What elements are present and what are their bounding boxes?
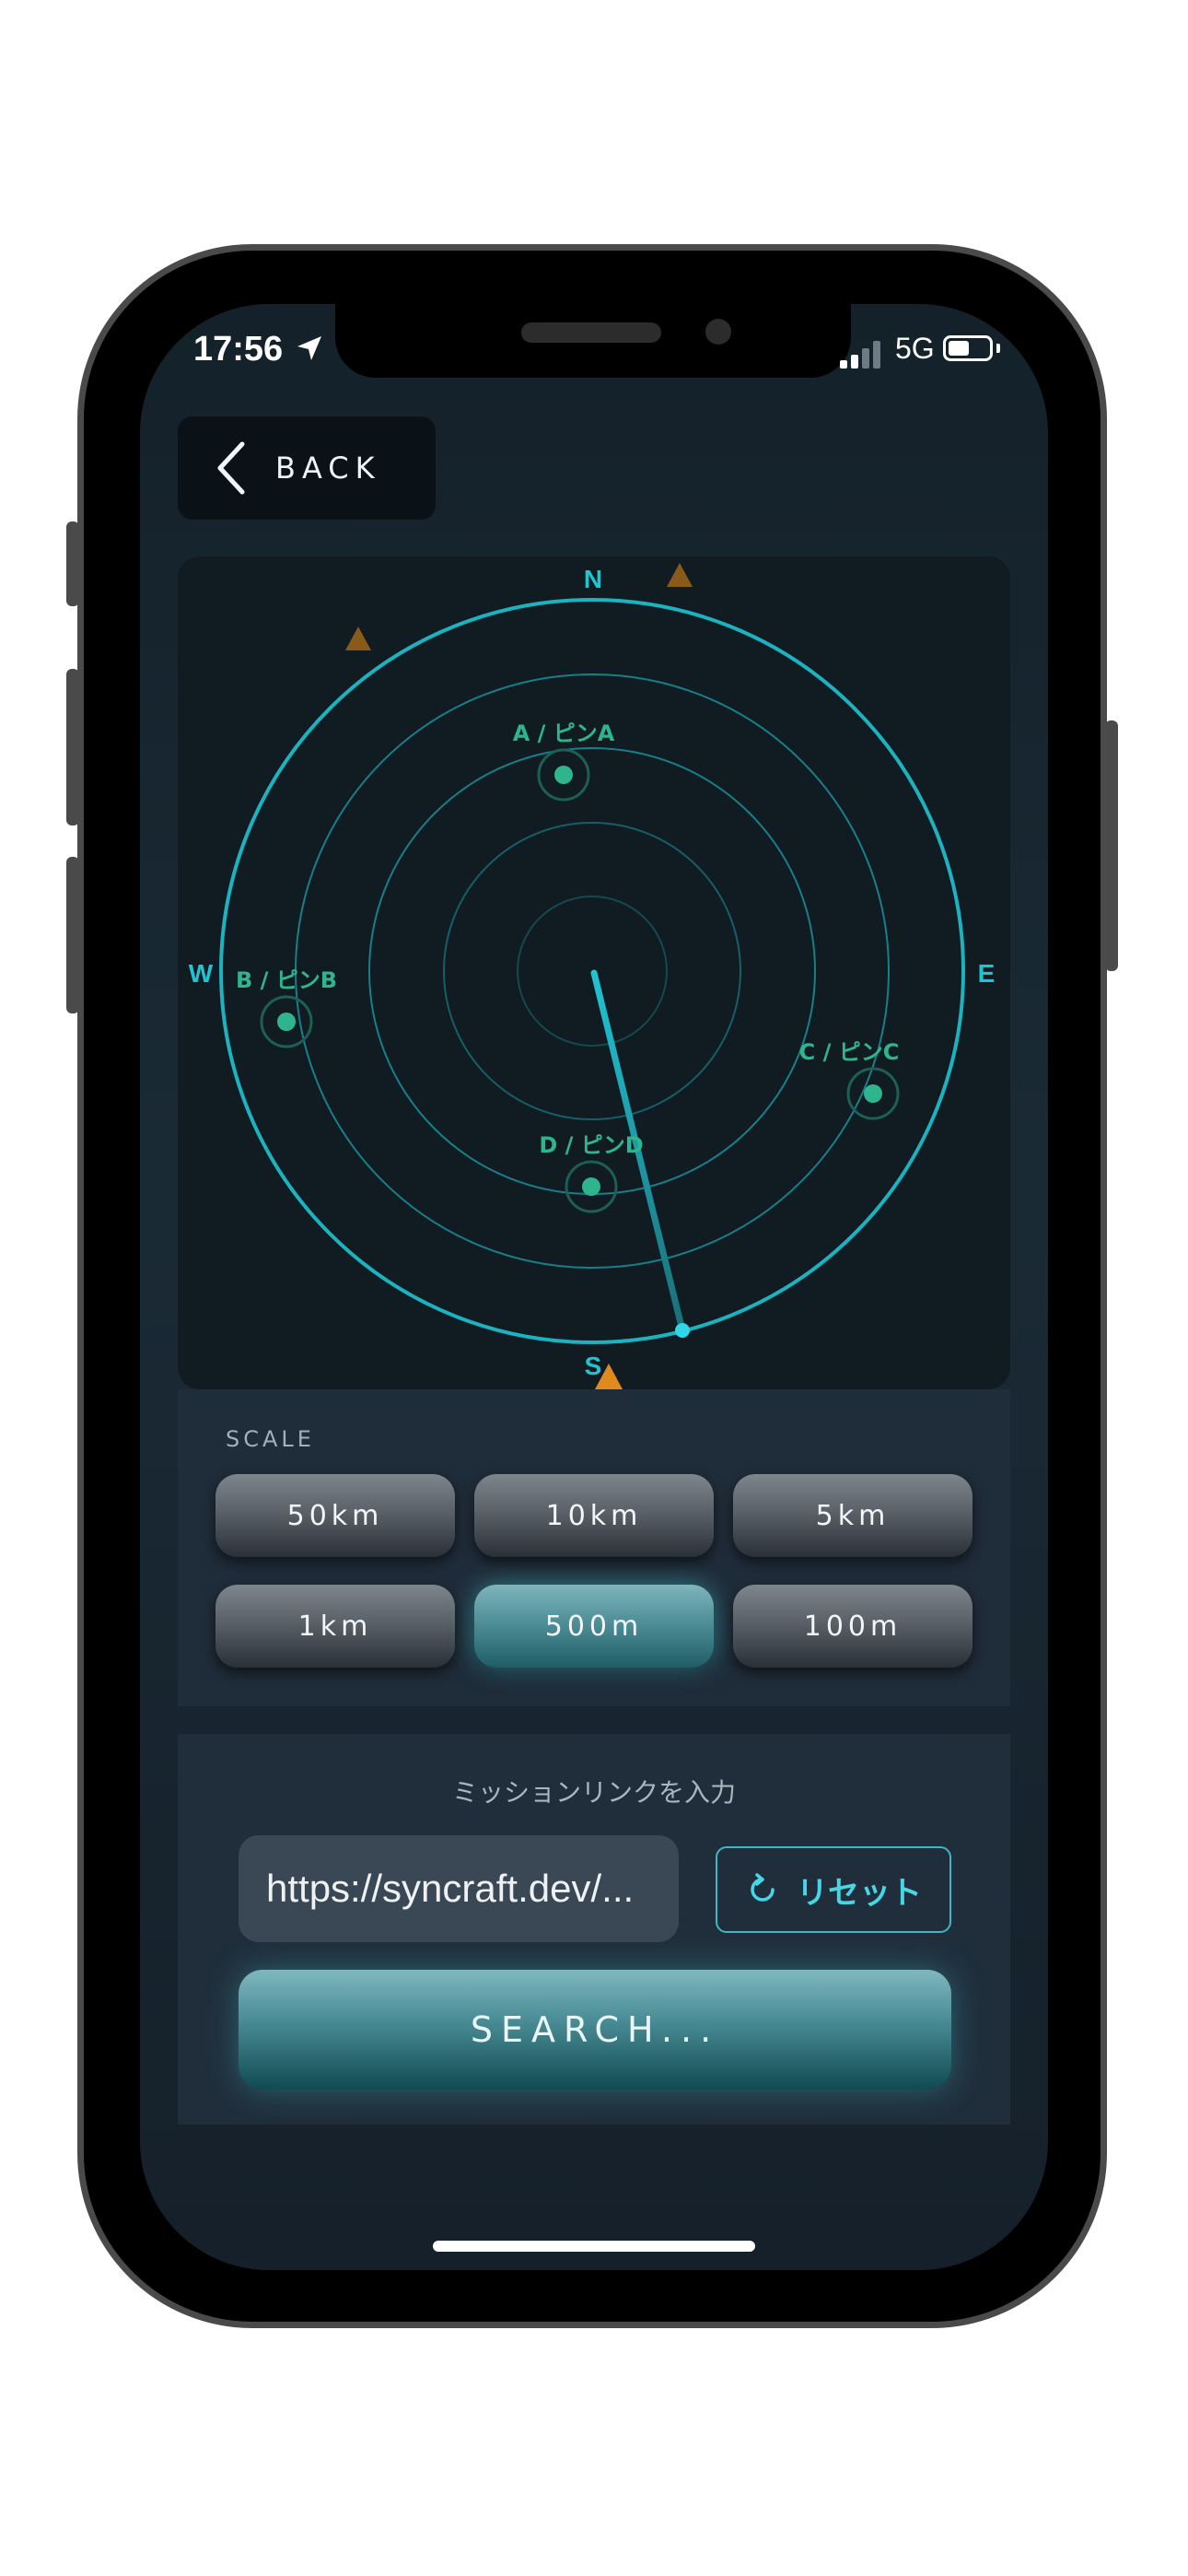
scale-panel: SCALE 50km 10km 5km 1km 500m 100m <box>178 1389 1010 1706</box>
scale-option-10km[interactable]: 10km <box>474 1474 714 1557</box>
radar-map: N S W E A / ピンA B / ピンB C / ピンC D / ピンD <box>189 563 996 1389</box>
speaker <box>521 322 661 343</box>
reset-button[interactable]: リセット <box>716 1846 951 1933</box>
pin-c[interactable]: C / ピンC <box>799 1039 900 1120</box>
scale-title: SCALE <box>226 1426 315 1452</box>
chevron-left-icon <box>217 441 245 495</box>
silent-switch <box>66 521 79 606</box>
direction-north: N <box>584 565 602 593</box>
pin-d-label: D / ピンD <box>539 1132 643 1158</box>
location-arrow-icon <box>297 336 321 360</box>
power-button <box>1105 720 1118 971</box>
pin-c-label: C / ピンC <box>799 1039 900 1065</box>
mission-url-input[interactable]: https://syncraft.dev/... <box>239 1835 679 1942</box>
back-button[interactable]: BACK <box>178 416 436 520</box>
mission-link-panel: ミッションリンクを入力 https://syncraft.dev/... リセッ… <box>178 1734 1010 2125</box>
back-label: BACK <box>275 451 381 486</box>
pin-a[interactable]: A / ピンA <box>513 720 615 802</box>
app-screen: 17:56 5G BACK N S W E A / ピンA B / ピンB C … <box>140 304 1048 2270</box>
heading-endpoint <box>675 1323 690 1338</box>
signal-bars-icon <box>840 341 880 369</box>
pin-d[interactable]: D / ピンD <box>539 1132 644 1213</box>
scale-option-50km[interactable]: 50km <box>215 1474 455 1557</box>
front-camera <box>705 319 731 345</box>
network-type: 5G <box>895 332 935 365</box>
battery-icon <box>943 335 993 361</box>
home-indicator <box>433 2241 755 2252</box>
notch <box>335 304 851 378</box>
direction-west: W <box>189 959 214 988</box>
marker-triangle-north <box>667 563 693 587</box>
direction-south: S <box>585 1352 602 1380</box>
scale-option-500m[interactable]: 500m <box>474 1585 714 1668</box>
status-time: 17:56 <box>193 330 284 369</box>
refresh-icon <box>751 1873 775 1902</box>
scale-option-1km[interactable]: 1km <box>215 1585 455 1668</box>
scale-option-100m[interactable]: 100m <box>733 1585 973 1668</box>
direction-east: E <box>978 959 996 988</box>
scale-option-5km[interactable]: 5km <box>733 1474 973 1557</box>
marker-triangle-northwest <box>345 626 371 650</box>
battery-tip <box>996 344 1000 353</box>
pin-a-label: A / ピンA <box>513 720 615 746</box>
reset-label: リセット <box>797 1874 922 1912</box>
radar-panel: N S W E A / ピンA B / ピンB C / ピンC D / ピンD <box>178 556 1010 1389</box>
pin-b-label: B / ピンB <box>236 967 337 993</box>
pin-b[interactable]: B / ピンB <box>236 967 337 1048</box>
volume-up-button <box>66 669 79 825</box>
search-button[interactable]: SEARCH... <box>239 1970 951 2090</box>
mission-link-title: ミッションリンクを入力 <box>451 1777 736 1808</box>
volume-down-button <box>66 857 79 1013</box>
